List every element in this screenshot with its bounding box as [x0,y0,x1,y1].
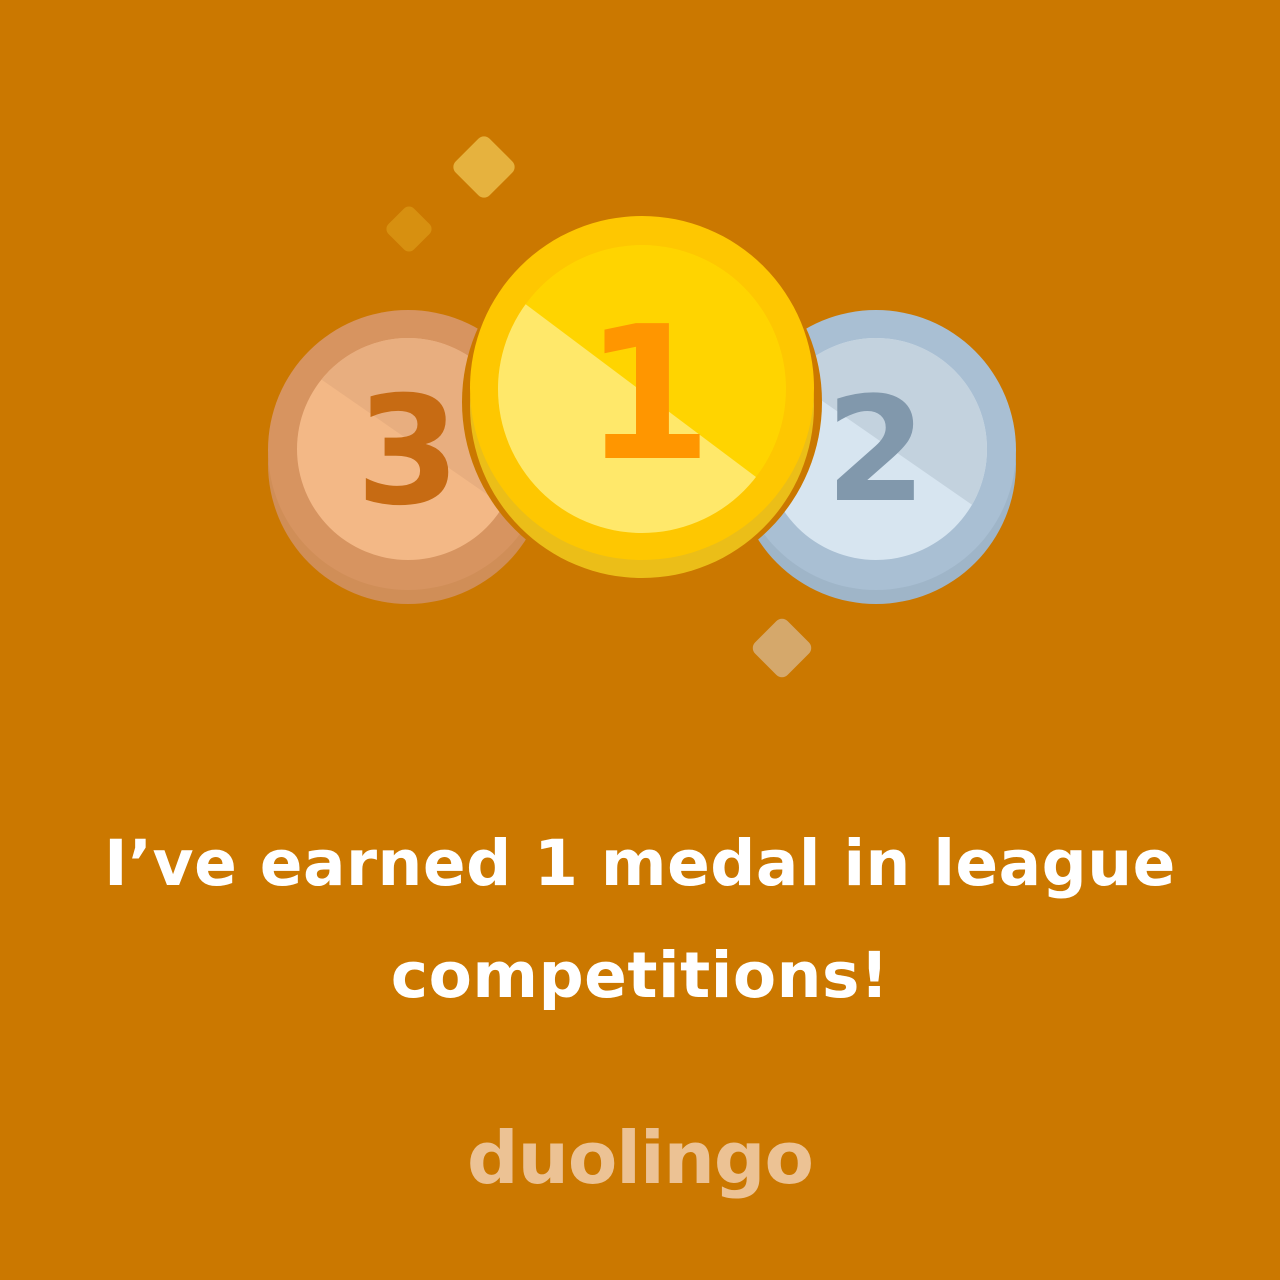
sparkle-icon [453,136,515,198]
gold-rank: 1 [584,286,713,502]
medals-illustration: 3 2 1 [268,136,1016,678]
gold-medal: 1 [462,216,822,582]
achievement-headline: I’ve earned 1 medal in league competitio… [104,827,1176,1012]
duolingo-logo: duolingo [467,1116,814,1200]
bronze-rank: 3 [356,365,460,539]
silver-rank: 2 [826,366,927,535]
sparkle-icon [386,206,432,252]
sparkle-icon [752,618,812,678]
